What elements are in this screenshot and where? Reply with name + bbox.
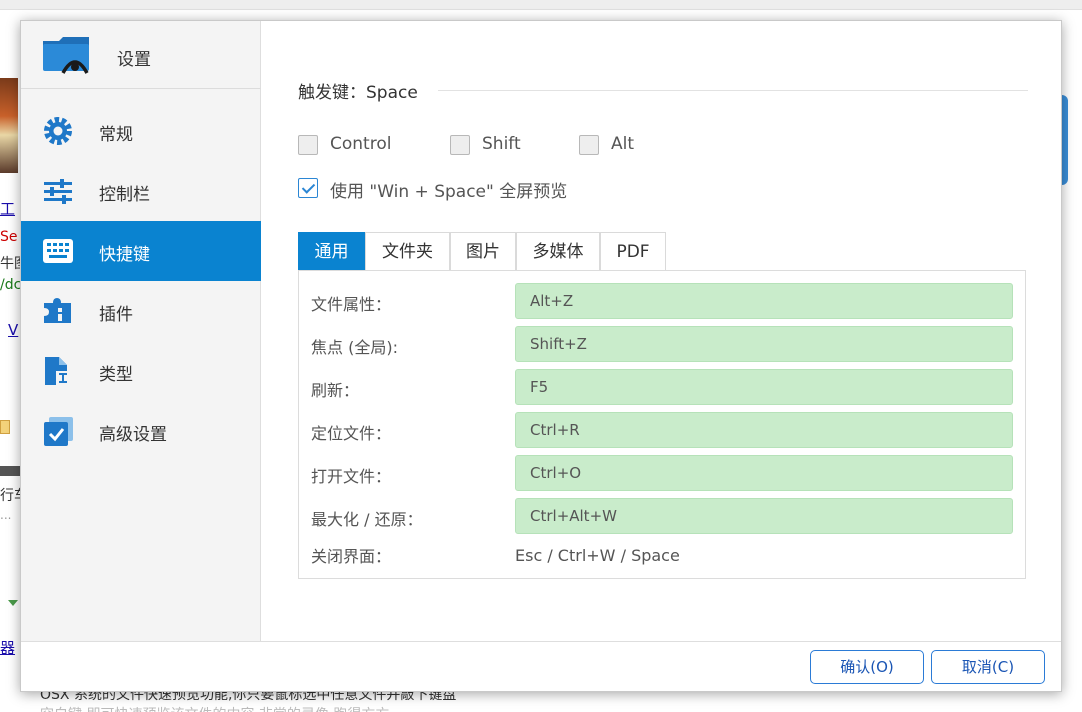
tab-media[interactable]: 多媒体 [516, 232, 600, 270]
shortcut-row: 定位文件： Ctrl+R [299, 412, 1027, 448]
background-bottom-text: 空白键,即可快速预览该文件的内容,非常的灵像,跑得方方 [40, 704, 389, 712]
background-link[interactable]: V [8, 321, 18, 339]
app-logo-icon [43, 37, 89, 74]
background-thumbnail [0, 78, 18, 173]
sidebar-item-shortcuts[interactable]: 快捷键 [21, 221, 261, 281]
shortcut-row: 文件属性： Alt+Z [299, 283, 1027, 319]
sidebar-item-advanced[interactable]: 高级设置 [21, 401, 261, 461]
trigger-key-label: 触发键：Space [298, 83, 418, 103]
background-link[interactable]: 器 [0, 637, 15, 658]
sidebar-item-label: 常规 [99, 125, 133, 145]
sidebar: 设置 常规 控制栏 快捷键 插件 类型 高级设置 [21, 21, 261, 641]
shortcut-label: 刷新： [311, 381, 360, 400]
background-icon [0, 420, 10, 434]
shortcut-row: 打开文件： Ctrl+O [299, 455, 1027, 491]
tab-pdf[interactable]: PDF [600, 232, 666, 270]
shortcut-input[interactable]: Alt+Z [515, 283, 1013, 319]
confirm-button[interactable]: 确认(O) [810, 650, 924, 684]
shortcut-input[interactable]: Ctrl+Alt+W [515, 498, 1013, 534]
shortcut-label: 最大化 / 还原： [311, 510, 423, 529]
shortcut-input[interactable]: F5 [515, 369, 1013, 405]
settings-dialog: 设置 常规 控制栏 快捷键 插件 类型 高级设置 触发键：Space Contr… [20, 20, 1062, 692]
sidebar-title: 设置 [117, 50, 151, 70]
plugin-icon [44, 298, 71, 323]
sidebar-header: 设置 [21, 21, 261, 89]
tab-folder[interactable]: 文件夹 [365, 232, 450, 270]
sidebar-item-label: 快捷键 [99, 245, 150, 265]
background-text: Se [0, 229, 18, 245]
checkbox-settings-icon [44, 417, 73, 446]
trigger-key-row: 触发键：Space [298, 78, 1028, 103]
background-text: ... [0, 508, 12, 522]
checkbox-label: Shift [482, 134, 521, 154]
sidebar-item-plugins[interactable]: 插件 [21, 281, 261, 341]
cancel-button[interactable]: 取消(C) [931, 650, 1045, 684]
gear-icon [44, 117, 72, 145]
shortcut-label: 文件属性： [311, 295, 392, 314]
checkbox-box-checked[interactable] [298, 178, 318, 198]
checkbox-box[interactable] [579, 135, 599, 155]
file-type-icon [45, 357, 72, 385]
shortcut-list: 文件属性： Alt+Z 焦点 (全局): Shift+Z 刷新： F5 定位文件… [298, 270, 1026, 579]
tab-image[interactable]: 图片 [450, 232, 516, 270]
checkbox-label: Control [330, 134, 392, 154]
background-text: 牛图 [0, 256, 21, 272]
shortcut-label: 焦点 (全局): [311, 338, 398, 357]
divider [438, 90, 1028, 91]
dialog-footer: 确认(O) 取消(C) [21, 641, 1061, 691]
keyboard-icon [43, 239, 73, 263]
shortcut-value-readonly: Esc / Ctrl+W / Space [515, 546, 680, 565]
shortcut-input[interactable]: Ctrl+R [515, 412, 1013, 448]
shortcut-row: 关闭界面： Esc / Ctrl+W / Space [299, 535, 1027, 571]
shortcut-label: 关闭界面： [311, 547, 392, 566]
checkbox-box[interactable] [298, 135, 318, 155]
shortcut-settings-panel: 触发键：Space Control Shift Alt 使用 "Win + Sp… [262, 21, 1062, 641]
sliders-icon [44, 179, 72, 204]
background-accent [1062, 95, 1068, 185]
tab-general[interactable]: 通用 [298, 232, 365, 270]
shortcut-row: 最大化 / 还原： Ctrl+Alt+W [299, 498, 1027, 534]
shortcut-input[interactable]: Ctrl+O [515, 455, 1013, 491]
shortcut-row: 刷新： F5 [299, 369, 1027, 405]
shortcut-label: 打开文件： [311, 467, 392, 486]
browser-top-bar [0, 0, 1082, 10]
background-link[interactable]: 工 [0, 198, 15, 219]
shortcut-row: 焦点 (全局): Shift+Z [299, 326, 1027, 362]
sidebar-item-label: 高级设置 [99, 425, 167, 445]
sidebar-item-control-bar[interactable]: 控制栏 [21, 161, 261, 221]
shortcut-input[interactable]: Shift+Z [515, 326, 1013, 362]
checkbox-label: 使用 "Win + Space" 全屏预览 [330, 182, 568, 202]
background-thumbnail [0, 466, 21, 476]
sidebar-item-label: 控制栏 [99, 185, 150, 205]
checkbox-box[interactable] [450, 135, 470, 155]
shortcut-label: 定位文件： [311, 424, 392, 443]
sidebar-item-general[interactable]: 常规 [21, 101, 261, 161]
sidebar-item-label: 类型 [99, 365, 133, 385]
sidebar-item-label: 插件 [99, 305, 133, 325]
background-page-left: 工 Se 牛图 /dc V 行车 ... 器 [0, 10, 21, 712]
caret-down-icon [8, 600, 18, 606]
background-url: /dc [0, 277, 21, 293]
checkbox-label: Alt [611, 134, 635, 154]
background-text: 行车 [0, 488, 21, 504]
sidebar-item-types[interactable]: 类型 [21, 341, 261, 401]
